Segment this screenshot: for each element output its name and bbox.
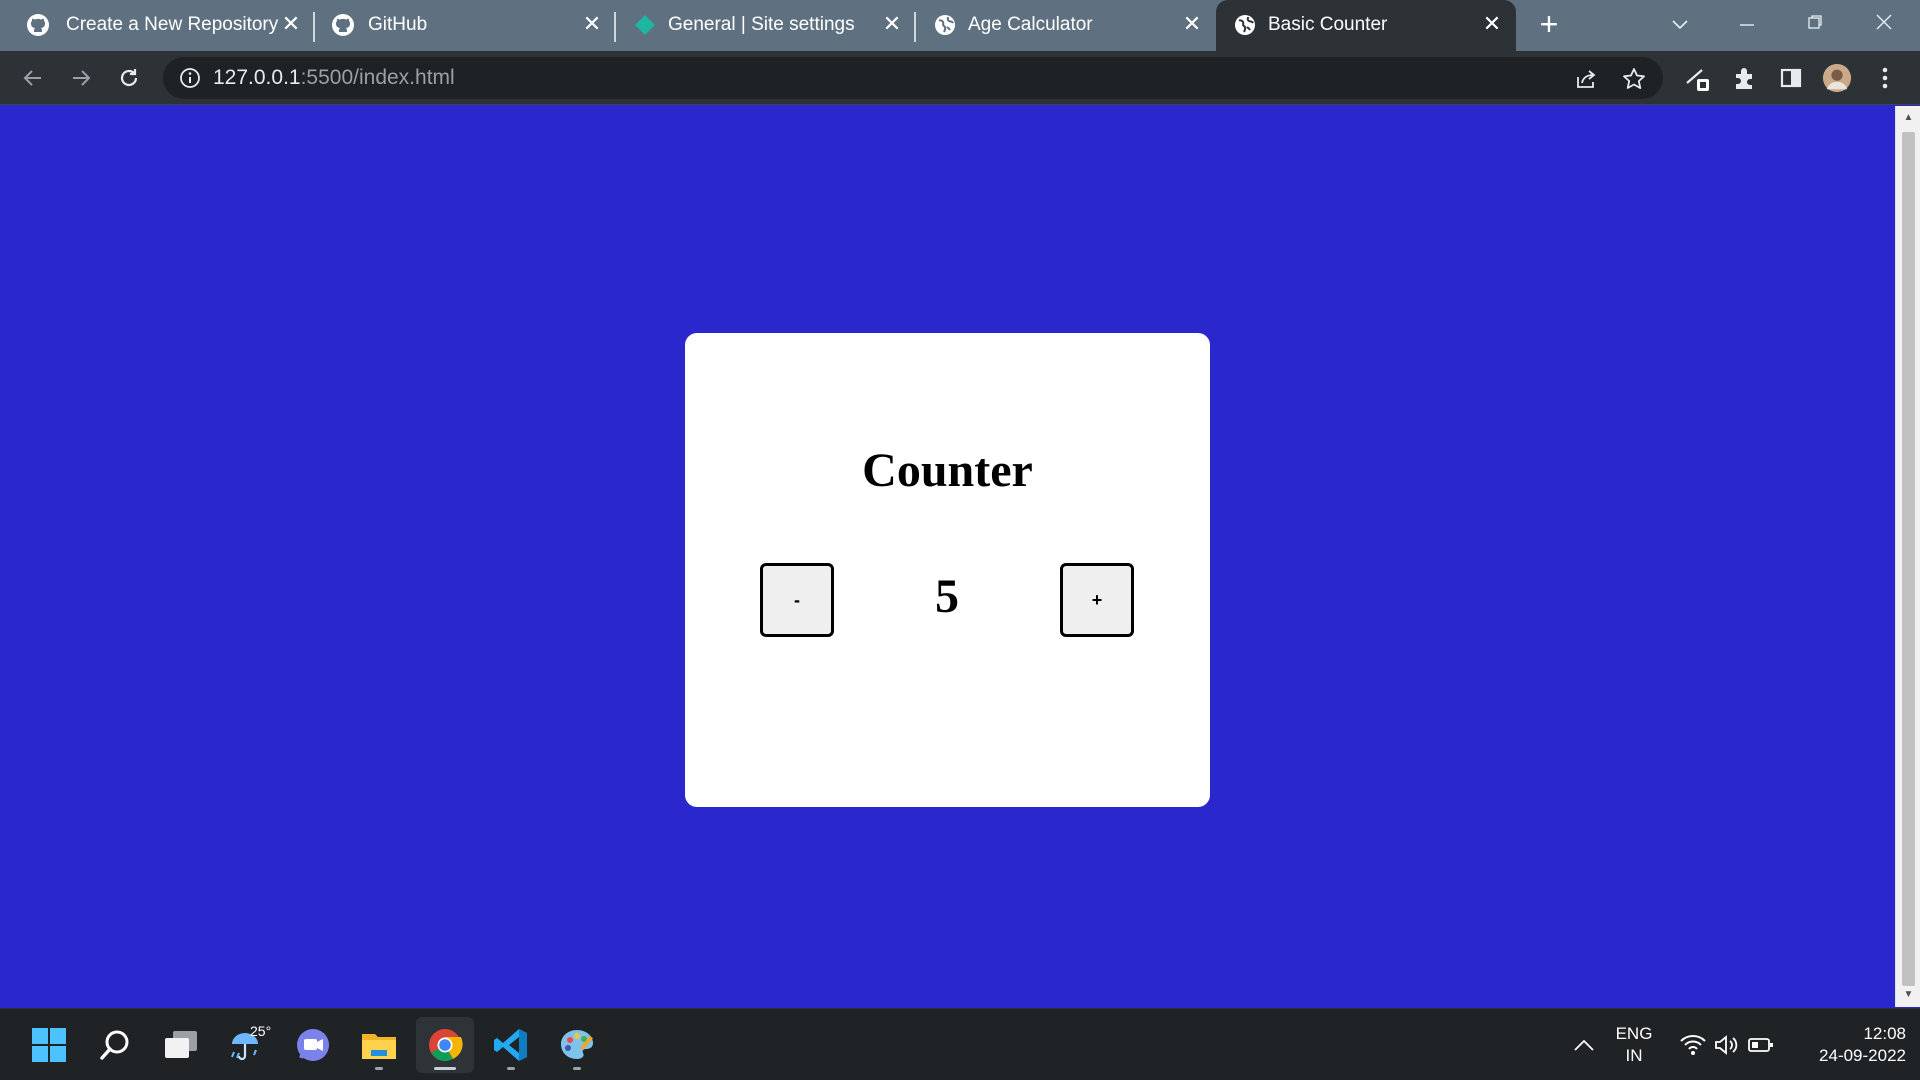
running-indicator — [507, 1067, 515, 1070]
close-icon[interactable]: ✕ — [1480, 12, 1504, 36]
restore-icon[interactable] — [1795, 8, 1835, 42]
share-icon[interactable] — [1573, 66, 1599, 92]
tab-title: GitHub — [368, 14, 428, 35]
tab-separator — [914, 12, 916, 42]
tab-separator — [614, 12, 616, 42]
language-code: ENG — [1615, 1024, 1653, 1043]
tab-strip: Create a New Repository ✕ GitHub ✕ Gener… — [0, 0, 1920, 51]
globe-icon — [935, 15, 955, 35]
running-indicator — [375, 1067, 383, 1070]
tab-create-repository[interactable]: Create a New Repository ✕ — [0, 0, 308, 51]
vscode-icon[interactable] — [482, 1017, 540, 1073]
teams-chat-icon[interactable] — [284, 1017, 342, 1073]
close-icon[interactable]: ✕ — [880, 12, 904, 36]
running-indicator — [434, 1067, 456, 1070]
weather-temperature: 25° — [250, 1023, 272, 1039]
tab-title: Basic Counter — [1268, 14, 1388, 35]
close-window-icon[interactable] — [1864, 8, 1904, 42]
github-icon — [27, 14, 49, 36]
tab-age-calculator[interactable]: Age Calculator ✕ — [918, 0, 1218, 51]
tab-search-chevron-icon[interactable] — [1660, 8, 1700, 42]
clock[interactable]: 12:08 24-09-2022 — [1786, 1023, 1906, 1067]
tab-title: General | Site settings — [668, 14, 855, 35]
github-icon — [332, 14, 354, 36]
windows-taskbar: 25° ENG IN 12:08 24-09-2022 — [0, 1008, 1920, 1080]
profile-avatar[interactable] — [1822, 63, 1852, 93]
minimize-icon[interactable] — [1727, 8, 1767, 42]
clock-date: 24-09-2022 — [1819, 1046, 1906, 1065]
tab-github[interactable]: GitHub ✕ — [316, 0, 616, 51]
paint-icon[interactable] — [548, 1017, 606, 1073]
scroll-down-icon[interactable]: ▼ — [1896, 985, 1920, 1005]
page-scrollbar[interactable]: ▲ ▼ — [1895, 106, 1920, 1007]
tab-title: Create a New Repository — [66, 14, 279, 35]
close-icon[interactable]: ✕ — [279, 12, 303, 36]
show-hidden-icons-chevron-icon[interactable] — [1556, 1017, 1612, 1073]
language-region: IN — [1625, 1046, 1643, 1065]
quick-settings[interactable] — [1672, 1017, 1782, 1073]
scrollbar-thumb[interactable] — [1902, 132, 1915, 986]
file-explorer-icon[interactable] — [350, 1017, 408, 1073]
counter-value: 5 — [935, 570, 959, 623]
language-indicator[interactable]: ENG IN — [1608, 1023, 1660, 1067]
color-picker-extension-icon[interactable] — [1684, 63, 1714, 93]
back-icon[interactable] — [18, 63, 48, 93]
battery-icon — [1748, 1038, 1773, 1052]
browser-toolbar: 127.0.0.1:5500/index.html — [0, 51, 1920, 105]
url-path: :5500/index.html — [300, 66, 455, 89]
bookmark-star-icon[interactable] — [1621, 66, 1647, 92]
wifi-icon — [1680, 1035, 1706, 1055]
globe-icon — [1235, 15, 1255, 35]
running-indicator — [573, 1067, 581, 1070]
chrome-menu-icon[interactable] — [1870, 63, 1900, 93]
counter-card: Counter - 5 + — [685, 333, 1210, 807]
netlify-icon — [635, 15, 655, 35]
volume-icon — [1715, 1035, 1738, 1055]
extensions-puzzle-icon[interactable] — [1730, 63, 1760, 93]
close-icon[interactable]: ✕ — [1180, 12, 1204, 36]
address-bar[interactable]: 127.0.0.1:5500/index.html — [163, 57, 1663, 99]
forward-icon[interactable] — [66, 63, 96, 93]
url-host: 127.0.0.1 — [213, 66, 301, 89]
new-tab-button[interactable]: + — [1534, 8, 1564, 40]
tab-basic-counter[interactable]: Basic Counter ✕ — [1216, 0, 1516, 51]
tab-title: Age Calculator — [968, 14, 1093, 35]
clock-time: 12:08 — [1863, 1024, 1906, 1043]
search-icon[interactable] — [86, 1017, 144, 1073]
side-panel-icon[interactable] — [1776, 63, 1806, 93]
reload-icon[interactable] — [114, 63, 144, 93]
address-url: 127.0.0.1:5500/index.html — [213, 66, 455, 90]
page-title: Counter — [862, 444, 1033, 497]
decrement-button[interactable]: - — [760, 563, 834, 637]
task-view-icon[interactable] — [152, 1017, 210, 1073]
increment-button[interactable]: + — [1060, 563, 1134, 637]
scroll-up-icon[interactable]: ▲ — [1896, 108, 1920, 128]
tab-separator — [313, 12, 315, 42]
tab-site-settings[interactable]: General | Site settings ✕ — [618, 0, 918, 51]
chrome-icon[interactable] — [416, 1017, 474, 1073]
site-info-icon[interactable] — [179, 67, 201, 89]
close-icon[interactable]: ✕ — [580, 12, 604, 36]
start-icon[interactable] — [20, 1017, 78, 1073]
